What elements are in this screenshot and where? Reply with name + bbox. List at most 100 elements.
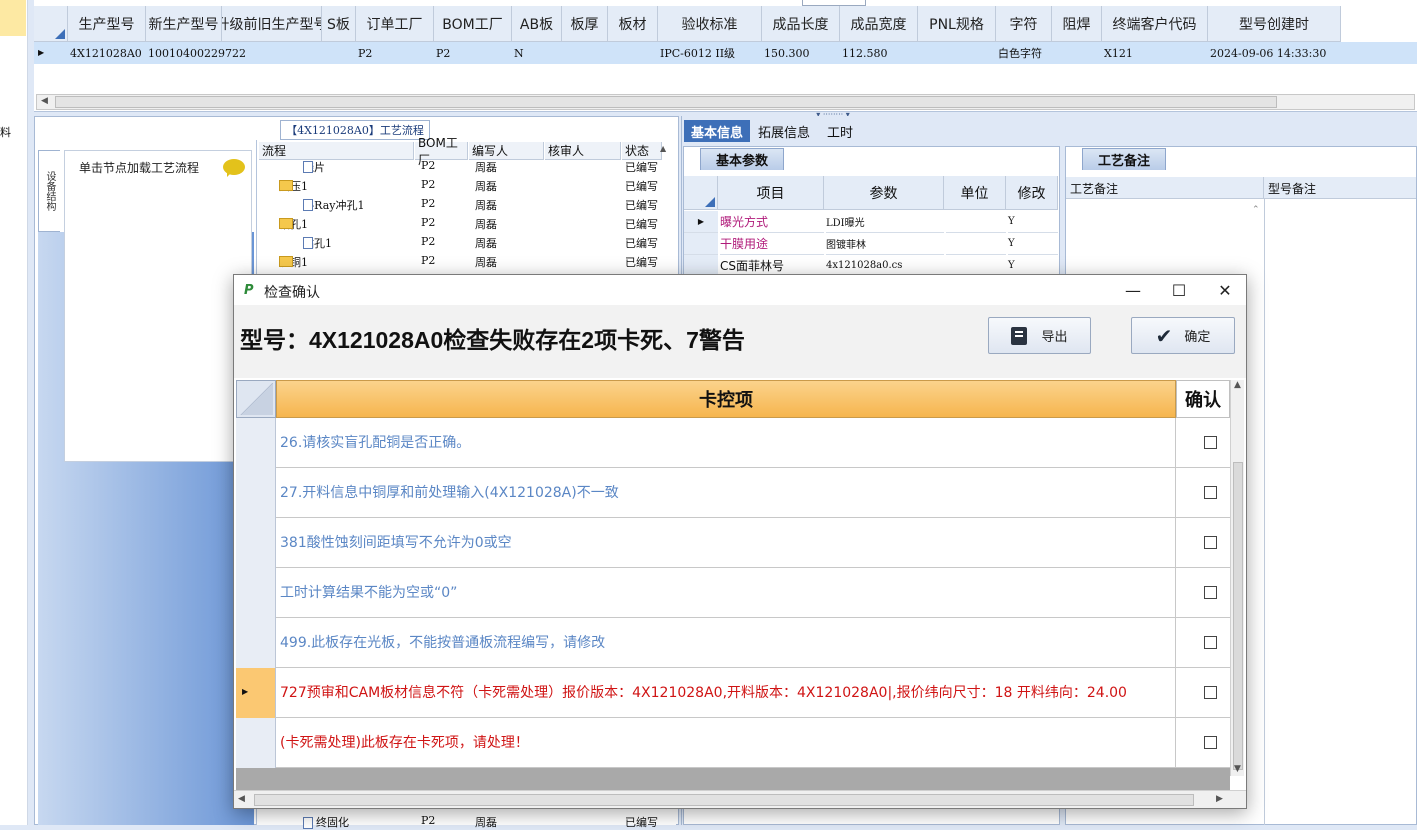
column-header[interactable]: 字符 (996, 6, 1052, 42)
row-header[interactable]: ▶ (236, 668, 276, 718)
params-column-header[interactable]: 修改 (1006, 176, 1058, 210)
column-header[interactable]: PNL规格 (918, 6, 996, 42)
params-column-header[interactable]: 项目 (718, 176, 824, 210)
tab-basic-params[interactable]: 基本参数 (700, 148, 784, 170)
params-cell-mod[interactable]: Y (1008, 233, 1058, 255)
row-header[interactable] (236, 718, 276, 768)
confirm-checkbox[interactable] (1204, 736, 1217, 749)
check-item-text[interactable]: 727预审和CAM板材信息不符（卡死需处理）报价版本：4X121028A0,开料… (280, 668, 1176, 718)
params-cell-unit[interactable] (946, 211, 1006, 233)
column-header-confirm[interactable]: 确认 (1176, 380, 1230, 418)
params-cell-item[interactable]: 干膜用途 (720, 233, 824, 255)
tab-work-hours[interactable]: 工时 (820, 120, 860, 142)
params-cell-param[interactable]: 图镀菲林 (826, 233, 944, 255)
column-header[interactable]: 板材 (608, 6, 658, 42)
params-cell-unit[interactable] (946, 233, 1006, 255)
confirm-checkbox[interactable] (1204, 686, 1217, 699)
scroll-right-icon[interactable]: ▶ (1216, 794, 1223, 804)
column-header[interactable]: 验收标准 (658, 6, 762, 42)
params-cell-mod[interactable]: Y (1008, 211, 1058, 233)
column-header[interactable]: 升级前旧生产型号 (222, 6, 322, 42)
scroll-thumb[interactable] (55, 96, 1277, 108)
confirm-checkbox[interactable] (1204, 636, 1217, 649)
confirm-checkbox[interactable] (1204, 536, 1217, 549)
chat-bubble-icon[interactable] (223, 159, 245, 177)
scroll-left-icon[interactable]: ◀ (238, 794, 245, 804)
tree-node[interactable]: 钻孔1 P2 周磊 已编写 (257, 233, 667, 252)
check-item-text[interactable]: 27.开料信息中铜厚和前处理输入(4X121028A)不一致 (280, 468, 1176, 518)
params-cell-item[interactable]: 曝光方式 (720, 211, 824, 233)
tree-node[interactable]: 烧片 P2 周磊 已编写 (257, 157, 667, 176)
column-header[interactable]: AB板 (512, 6, 562, 42)
column-header[interactable]: S板 (322, 6, 356, 42)
confirm-checkbox[interactable] (1204, 486, 1217, 499)
column-header[interactable]: 成品长度 (762, 6, 840, 42)
minimize-button[interactable]: — (1116, 279, 1150, 301)
splitter-grip[interactable] (802, 0, 866, 6)
table-row[interactable]: (卡死需处理)此板存在卡死项，请处理！ (236, 718, 1230, 768)
grid-vscroll[interactable]: ▲ ▼ (1230, 380, 1244, 776)
column-header[interactable]: 终端客户代码 (1102, 6, 1208, 42)
tree-node[interactable]: 钻孔1 P2 周磊 已编写 (257, 214, 667, 233)
row-pointer-icon: ▶ (242, 687, 249, 696)
scroll-thumb[interactable] (1233, 462, 1243, 770)
scroll-left-icon[interactable]: ◀ (41, 96, 48, 106)
check-item-text[interactable]: 26.请核实盲孔配铜是否正确。 (280, 418, 1176, 468)
tab-device-structure[interactable]: 设备结构 (38, 150, 60, 232)
column-header[interactable]: 板厚 (562, 6, 608, 42)
check-item-text[interactable]: 499.此板存在光板，不能按普通板流程编写，请修改 (280, 618, 1176, 668)
tree-scroll-up-icon[interactable]: ▲ (660, 144, 666, 153)
tab-basic-info[interactable]: 基本信息 (684, 120, 750, 142)
grid-corner[interactable] (236, 380, 276, 418)
tab-process-notes[interactable]: 工艺备注 (1082, 148, 1166, 170)
params-column-header[interactable]: 参数 (824, 176, 944, 210)
dialog-titlebar[interactable]: P 检查确认 — ☐ ✕ (234, 275, 1246, 305)
close-button[interactable]: ✕ (1208, 279, 1242, 301)
row-header[interactable] (236, 568, 276, 618)
tab-extended-info[interactable]: 拓展信息 (752, 120, 816, 142)
export-button[interactable]: 导出 (988, 317, 1091, 354)
table-row[interactable]: 27.开料信息中铜厚和前处理输入(4X121028A)不一致 (236, 468, 1230, 518)
table-row[interactable]: 499.此板存在光板，不能按普通板流程编写，请修改 (236, 618, 1230, 668)
table-cell: P2 (358, 46, 373, 60)
column-header[interactable]: 型号创建时 (1208, 6, 1341, 42)
maximize-button[interactable]: ☐ (1162, 279, 1196, 301)
tree-node[interactable]: 层压1 P2 周磊 已编写 (257, 176, 667, 195)
row-header[interactable] (236, 618, 276, 668)
row-header[interactable] (236, 518, 276, 568)
column-header[interactable]: 新生产型号 (146, 6, 222, 42)
column-header[interactable]: 阻焊 (1052, 6, 1102, 42)
column-header[interactable]: 订单工厂 (356, 6, 434, 42)
check-item-text[interactable]: 381酸性蚀刻间距填写不允许为0或空 (280, 518, 1176, 568)
confirm-checkbox[interactable] (1204, 436, 1217, 449)
note-scroll-up-icon[interactable]: ⌃ (1252, 205, 1260, 215)
scroll-thumb[interactable] (254, 794, 1194, 806)
table-row[interactable]: 工时计算结果不能为空或“0” (236, 568, 1230, 618)
column-header-check-item[interactable]: 卡控项 (276, 380, 1176, 418)
row-header[interactable] (684, 233, 718, 255)
row-header[interactable] (236, 468, 276, 518)
row-header[interactable] (236, 418, 276, 468)
scroll-up-icon[interactable]: ▲ (1234, 380, 1241, 390)
column-header[interactable]: BOM工厂 (434, 6, 512, 42)
table-row[interactable]: 26.请核实盲孔配铜是否正确。 (236, 418, 1230, 468)
table-row[interactable]: 381酸性蚀刻间距填写不允许为0或空 (236, 518, 1230, 568)
check-item-text[interactable]: 工时计算结果不能为空或“0” (280, 568, 1176, 618)
tree-node-author: 周磊 (475, 237, 497, 250)
folder-icon (279, 180, 293, 191)
confirm-checkbox[interactable] (1204, 586, 1217, 599)
params-cell-param[interactable]: LDI曝光 (826, 211, 944, 233)
top-grid-hscroll[interactable]: ◀ (36, 94, 1415, 110)
column-header[interactable]: 成品宽度 (840, 6, 918, 42)
tree-node[interactable]: 沉铜1 P2 周磊 已编写 (257, 252, 667, 271)
ok-button[interactable]: ✔ 确定 (1131, 317, 1235, 354)
grid-hscroll[interactable]: ◀ ▶ (234, 790, 1246, 808)
check-item-text[interactable]: (卡死需处理)此板存在卡死项，请处理！ (280, 718, 1176, 768)
table-row[interactable]: ▶ 727预审和CAM板材信息不符（卡死需处理）报价版本：4X121028A0,开… (236, 668, 1230, 718)
params-column-header[interactable]: 单位 (944, 176, 1006, 210)
row-header[interactable]: ▶ (684, 211, 718, 233)
scroll-down-icon[interactable]: ▼ (1234, 764, 1241, 774)
tree-node-author: 周磊 (475, 199, 497, 212)
column-header[interactable]: 生产型号 (68, 6, 146, 42)
tree-node[interactable]: X-Ray冲孔1 P2 周磊 已编写 (257, 195, 667, 214)
